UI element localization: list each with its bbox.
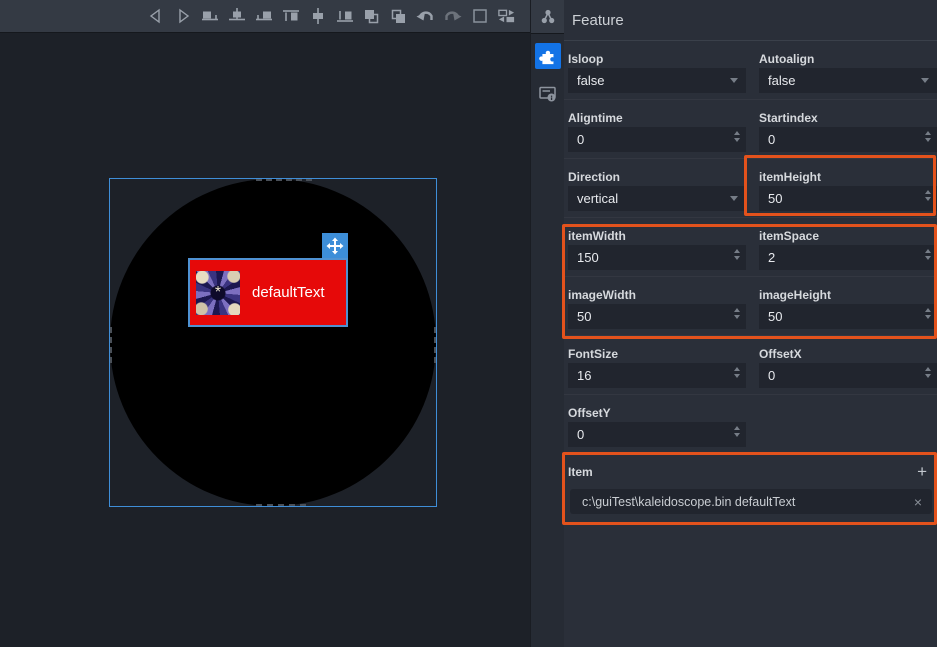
chevron-down-icon[interactable] [730, 78, 738, 83]
item-entry-text: c:\guiTest\kaleidoscope.bin defaultText [582, 495, 906, 509]
list-item-widget[interactable]: * defaultText [188, 258, 348, 327]
itemheight-spinner[interactable]: 50 [759, 186, 937, 211]
align-top-icon[interactable] [281, 7, 300, 26]
spinner-arrows-icon[interactable] [925, 367, 931, 378]
share-nodes-icon [538, 7, 558, 27]
field-label-itemwidth: itemWidth [568, 227, 746, 245]
spinner-arrows-icon[interactable] [734, 308, 740, 319]
isloop-dropdown[interactable]: false [568, 68, 746, 93]
widget-tool-tab[interactable] [535, 43, 561, 69]
autoalign-dropdown[interactable]: false [759, 68, 937, 93]
fontsize-spinner[interactable]: 16 [568, 363, 746, 388]
spinner-arrows-icon[interactable] [734, 367, 740, 378]
imageheight-spinner[interactable]: 50 [759, 304, 937, 329]
toolbar [0, 0, 530, 33]
selection-box-icon[interactable] [470, 7, 489, 26]
field-label-direction: Direction [568, 168, 746, 186]
add-item-button[interactable]: + [917, 464, 927, 480]
remove-item-icon[interactable]: × [914, 494, 922, 510]
direction-dropdown[interactable]: vertical [568, 186, 746, 211]
send-backward-icon[interactable] [389, 7, 408, 26]
panel-header: Feature [564, 0, 937, 41]
circular-list-widget[interactable] [110, 179, 436, 506]
imagewidth-spinner[interactable]: 50 [568, 304, 746, 329]
field-label-itemheight: itemHeight [759, 168, 937, 186]
item-bound-dash-left [110, 327, 112, 363]
property-info-tab[interactable] [535, 81, 561, 107]
property-row: Aligntime 0 Startindex 0 [564, 100, 937, 159]
bring-forward-icon[interactable] [362, 7, 381, 26]
item-section-label: Item [568, 463, 917, 481]
panel-title: Feature [572, 12, 624, 29]
step-forward-icon[interactable] [173, 7, 192, 26]
property-row: Direction vertical itemHeight 50 [564, 159, 937, 218]
move-handle[interactable] [322, 233, 348, 259]
offsetx-spinner[interactable]: 0 [759, 363, 937, 388]
itemwidth-spinner[interactable]: 150 [568, 245, 746, 270]
form-info-icon [538, 85, 558, 103]
property-row: imageWidth 50 imageHeight 50 [564, 277, 937, 336]
item-caption: defaultText [252, 284, 325, 301]
offsety-spinner[interactable]: 0 [568, 422, 746, 447]
item-bound-dash-bottom [256, 504, 306, 506]
spinner-arrows-icon[interactable] [925, 190, 931, 201]
spinner-arrows-icon[interactable] [734, 249, 740, 260]
move-arrows-icon [326, 237, 344, 255]
spinner-arrows-icon[interactable] [925, 308, 931, 319]
align-center-horizontal-icon[interactable] [227, 7, 246, 26]
align-bottom-icon[interactable] [335, 7, 354, 26]
field-label-imageheight: imageHeight [759, 286, 937, 304]
puzzle-piece-icon [539, 48, 556, 65]
selection-rect[interactable] [109, 178, 437, 507]
field-label-offsety: OffsetY [568, 404, 746, 422]
chevron-down-icon[interactable] [730, 196, 738, 201]
kaleidoscope-star: * [196, 271, 240, 315]
item-bound-dash-top [256, 179, 312, 181]
spinner-arrows-icon[interactable] [925, 249, 931, 260]
item-entry[interactable]: c:\guiTest\kaleidoscope.bin defaultText … [570, 489, 932, 514]
undo-icon[interactable] [416, 7, 435, 26]
align-left-icon[interactable] [200, 7, 219, 26]
property-row: OffsetY 0 [564, 395, 937, 454]
chevron-down-icon[interactable] [921, 78, 929, 83]
swap-order-icon[interactable] [497, 7, 516, 26]
spinner-arrows-icon[interactable] [734, 131, 740, 142]
field-label-offsetx: OffsetX [759, 345, 937, 363]
left-tab-strip [530, 0, 564, 647]
property-row: Isloop false Autoalign false [564, 41, 937, 100]
item-bound-dash-right [434, 327, 436, 363]
align-right-icon[interactable] [254, 7, 273, 26]
step-back-icon[interactable] [146, 7, 165, 26]
align-middle-vertical-icon[interactable] [308, 7, 327, 26]
field-label-aligntime: Aligntime [568, 109, 746, 127]
kaleidoscope-thumbnail: * [196, 271, 240, 315]
app-window: * defaultText Feature Isloop false Autoa… [0, 0, 937, 647]
spinner-arrows-icon[interactable] [925, 131, 931, 142]
aligntime-spinner[interactable]: 0 [568, 127, 746, 152]
startindex-spinner[interactable]: 0 [759, 127, 937, 152]
properties-panel: Feature Isloop false Autoalign false [564, 0, 937, 647]
redo-icon[interactable] [443, 7, 462, 26]
share-nodes-button[interactable] [531, 0, 564, 34]
field-label-imagewidth: imageWidth [568, 286, 746, 304]
canvas-area[interactable]: * defaultText [0, 33, 530, 647]
field-label-itemspace: itemSpace [759, 227, 937, 245]
spinner-arrows-icon[interactable] [734, 426, 740, 437]
field-label-isloop: Isloop [568, 50, 746, 68]
property-row: FontSize 16 OffsetX 0 [564, 336, 937, 395]
field-label-autoalign: Autoalign [759, 50, 937, 68]
itemspace-spinner[interactable]: 2 [759, 245, 937, 270]
item-section: Item + c:\guiTest\kaleidoscope.bin defau… [564, 454, 937, 520]
property-row: itemWidth 150 itemSpace 2 [564, 218, 937, 277]
field-label-fontsize: FontSize [568, 345, 746, 363]
field-label-startindex: Startindex [759, 109, 937, 127]
